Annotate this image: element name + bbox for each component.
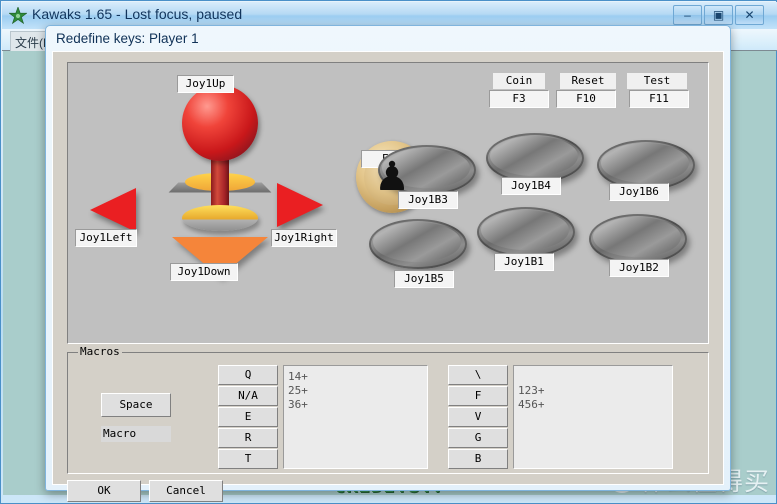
macro-space-button[interactable]: Space: [101, 393, 171, 417]
joystick-lower-disc: [182, 205, 258, 231]
macro-key-backslash[interactable]: \: [448, 365, 508, 385]
caption-test: Test: [627, 73, 687, 89]
macro-label: Macro: [101, 426, 171, 442]
arcade-button-b5[interactable]: [369, 219, 467, 269]
key-coin[interactable]: F3: [489, 90, 549, 108]
arcade-button-b1[interactable]: [477, 207, 575, 257]
macro-key-q[interactable]: Q: [218, 365, 278, 385]
cancel-button[interactable]: Cancel: [149, 480, 223, 502]
player-silhouette-icon: ♟: [356, 155, 428, 199]
controls-panel: Joy1Up Joy1Down Joy1Left Joy1Right ♟ F1 …: [67, 62, 709, 344]
key-joy1b5[interactable]: Joy1B5: [394, 270, 454, 288]
caption-reset: Reset: [560, 73, 616, 89]
joystick-right-arrow-icon[interactable]: [277, 183, 323, 227]
macro-key-e[interactable]: E: [218, 407, 278, 427]
app-title: Kawaks 1.65 - Lost focus, paused: [32, 6, 242, 22]
arcade-button-b2[interactable]: [589, 214, 687, 264]
ok-button[interactable]: OK: [67, 480, 141, 502]
arcade-button-b4[interactable]: [486, 133, 584, 183]
close-button[interactable]: ✕: [735, 5, 764, 25]
macro-key-na[interactable]: N/A: [218, 386, 278, 406]
dialog-title: Redefine keys: Player 1: [56, 31, 199, 46]
macro-list-left-item: 25+: [288, 384, 423, 398]
minimize-icon: –: [674, 8, 701, 22]
macros-legend: Macros: [78, 345, 122, 358]
joystick-ball: [182, 85, 258, 161]
key-joy1left[interactable]: Joy1Left: [75, 229, 137, 247]
macro-list-left-item: 14+: [288, 370, 423, 384]
macros-group: Macros Space Macro Q N/A E R T 14+ 25+ 3…: [67, 352, 709, 474]
key-joy1b1[interactable]: Joy1B1: [494, 253, 554, 271]
macro-key-f[interactable]: F: [448, 386, 508, 406]
key-joy1b2[interactable]: Joy1B2: [609, 259, 669, 277]
dialog-body: Joy1Up Joy1Down Joy1Left Joy1Right ♟ F1 …: [52, 51, 724, 485]
maximize-button[interactable]: ▣: [704, 5, 733, 25]
maximize-icon: ▣: [705, 8, 732, 22]
screen: Kawaks 1.65 - Lost focus, paused – ▣ ✕ 文…: [0, 0, 777, 504]
key-joy1right[interactable]: Joy1Right: [271, 229, 337, 247]
key-joy1up[interactable]: Joy1Up: [177, 75, 234, 93]
key-joy1down[interactable]: Joy1Down: [170, 263, 238, 281]
redefine-keys-dialog: Redefine keys: Player 1 Joy: [45, 25, 731, 491]
macro-key-g[interactable]: G: [448, 428, 508, 448]
macro-list-right-item: 456+: [518, 398, 668, 412]
close-icon: ✕: [736, 8, 763, 22]
key-joy1b4[interactable]: Joy1B4: [501, 177, 561, 195]
macro-list-left[interactable]: 14+ 25+ 36+: [283, 365, 428, 469]
caption-coin: Coin: [493, 73, 545, 89]
macro-list-right[interactable]: 123+ 456+: [513, 365, 673, 469]
macro-key-b[interactable]: B: [448, 449, 508, 469]
macro-list-left-item: 36+: [288, 398, 423, 412]
macro-key-t[interactable]: T: [218, 449, 278, 469]
macro-list-right-item: 123+: [518, 384, 668, 398]
key-test[interactable]: F11: [629, 90, 689, 108]
macro-key-v[interactable]: V: [448, 407, 508, 427]
joystick-left-arrow-icon[interactable]: [90, 188, 136, 232]
key-reset[interactable]: F10: [556, 90, 616, 108]
minimize-button[interactable]: –: [673, 5, 702, 25]
key-joy1b6[interactable]: Joy1B6: [609, 183, 669, 201]
kawaks-star-icon: [9, 7, 27, 25]
joystick-graphic: [168, 85, 272, 285]
macro-key-r[interactable]: R: [218, 428, 278, 448]
app-window: Kawaks 1.65 - Lost focus, paused – ▣ ✕ 文…: [0, 0, 777, 504]
